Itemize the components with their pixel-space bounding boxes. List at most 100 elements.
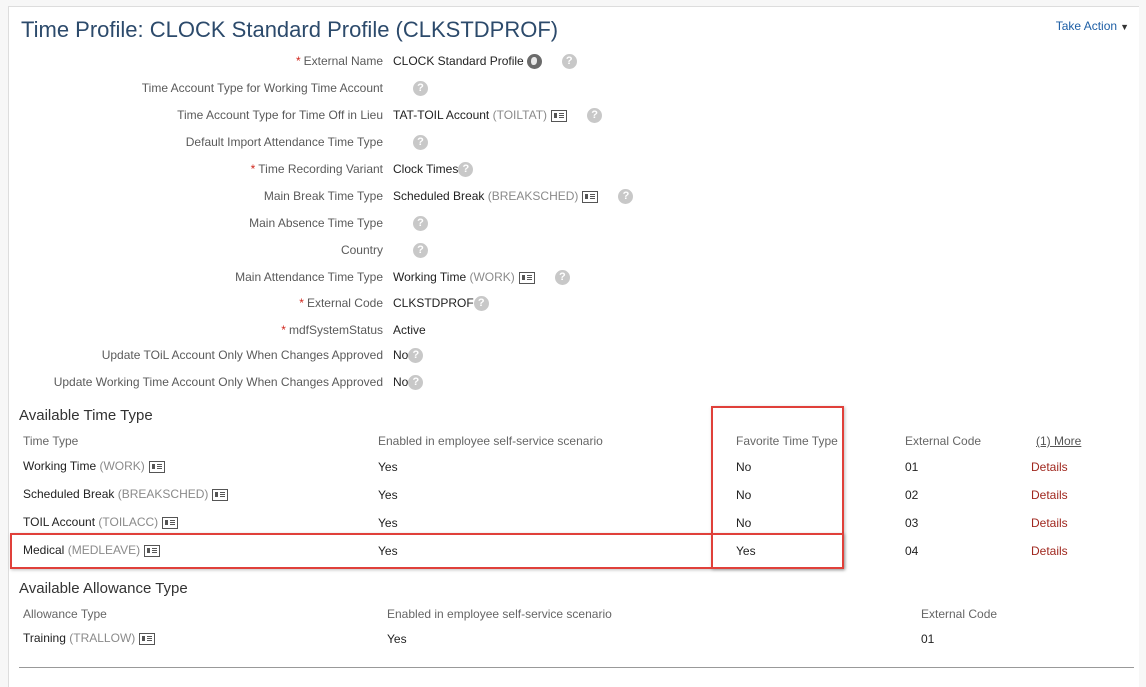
external-code-value: 03 bbox=[905, 516, 919, 530]
time-profile-card: Time Profile: CLOCK Standard Profile (CL… bbox=[8, 6, 1139, 687]
field-main-absence-time-type: Main Absence Time Type ? bbox=[9, 213, 1009, 233]
help-icon[interactable]: ? bbox=[554, 270, 570, 286]
details-link[interactable]: Details bbox=[1031, 516, 1068, 530]
field-value: CLOCK Standard Profile bbox=[393, 54, 524, 68]
col-header-external-code: External Code bbox=[905, 434, 982, 448]
help-icon[interactable]: ? bbox=[587, 108, 603, 124]
quickcard-icon[interactable] bbox=[162, 516, 179, 529]
field-value: No bbox=[393, 375, 409, 389]
help-icon[interactable]: ? bbox=[413, 243, 428, 259]
required-marker: * bbox=[295, 54, 301, 68]
field-label: Main Absence Time Type bbox=[249, 216, 383, 230]
time-type-code: (BREAKSCHED) bbox=[117, 487, 209, 501]
time-type-name: TOIL Account bbox=[23, 515, 96, 529]
field-external-code: * External Code CLKSTDPROF? bbox=[9, 293, 1009, 313]
field-value: TAT-TOIL Account bbox=[393, 108, 490, 122]
divider bbox=[19, 667, 1134, 668]
col-header-favorite: Favorite Time Type bbox=[736, 434, 838, 448]
ess-value: Yes bbox=[378, 516, 398, 530]
help-icon[interactable]: ? bbox=[473, 296, 489, 312]
field-label: Update TOiL Account Only When Changes Ap… bbox=[101, 348, 383, 362]
details-link[interactable]: Details bbox=[1031, 544, 1068, 558]
ess-value: Yes bbox=[387, 632, 407, 646]
required-marker: * bbox=[281, 323, 286, 337]
col-header-ess: Enabled in employee self-service scenari… bbox=[378, 434, 603, 448]
field-update-toil-approved: Update TOiL Account Only When Changes Ap… bbox=[9, 345, 1009, 365]
field-external-name: * External Name CLOCK Standard Profile? bbox=[9, 51, 1009, 71]
help-icon[interactable]: ? bbox=[413, 135, 428, 151]
field-label: Main Attendance Time Type bbox=[235, 270, 383, 284]
quickcard-icon[interactable] bbox=[212, 488, 229, 501]
favorite-value: No bbox=[736, 516, 752, 530]
field-label: Time Account Type for Time Off in Lieu bbox=[177, 108, 383, 122]
help-icon[interactable]: ? bbox=[561, 54, 577, 70]
field-default-import-attendance: Default Import Attendance Time Type ? bbox=[9, 132, 1009, 152]
field-working-time-account: Time Account Type for Working Time Accou… bbox=[9, 78, 1009, 98]
external-code-value: 04 bbox=[905, 544, 919, 558]
help-icon[interactable]: ? bbox=[458, 162, 474, 178]
external-code-value: 01 bbox=[921, 632, 935, 646]
field-code: (TOILTAT) bbox=[492, 108, 548, 122]
col-header-allowance-ess: Enabled in employee self-service scenari… bbox=[387, 607, 612, 621]
quickcard-icon[interactable] bbox=[582, 190, 599, 203]
field-value: Active bbox=[393, 323, 426, 337]
quickcard-icon[interactable] bbox=[148, 460, 165, 473]
field-value: No bbox=[393, 348, 409, 362]
quickcard-icon[interactable] bbox=[518, 271, 535, 284]
caret-down-icon: ▼ bbox=[1120, 22, 1129, 32]
field-value: Scheduled Break bbox=[393, 189, 485, 203]
field-toil-account-type: Time Account Type for Time Off in Lieu T… bbox=[9, 105, 1009, 125]
ess-value: Yes bbox=[378, 488, 398, 502]
field-code: (WORK) bbox=[469, 270, 515, 284]
allowance-type-name: Training bbox=[23, 631, 66, 645]
required-marker: * bbox=[250, 162, 256, 176]
field-label: Time Account Type for Working Time Accou… bbox=[141, 81, 383, 95]
time-type-name: Medical bbox=[23, 543, 65, 557]
quickcard-icon[interactable] bbox=[551, 109, 568, 122]
field-label: Country bbox=[340, 243, 383, 257]
more-columns-link[interactable]: (1) More bbox=[1036, 434, 1081, 448]
field-country: Country ? bbox=[9, 240, 1009, 260]
favorite-value: No bbox=[736, 488, 752, 502]
col-header-allowance-type: Allowance Type bbox=[23, 607, 107, 621]
take-action-label: Take Action bbox=[1055, 19, 1118, 33]
help-icon[interactable]: ? bbox=[413, 81, 428, 97]
section-title-time-type: Available Time Type bbox=[19, 407, 153, 424]
favorite-value: No bbox=[736, 460, 752, 474]
page-title: Time Profile: CLOCK Standard Profile (CL… bbox=[21, 17, 559, 42]
details-link[interactable]: Details bbox=[1031, 460, 1068, 474]
field-main-break-time-type: Main Break Time Type Scheduled Break (BR… bbox=[9, 186, 1009, 206]
col-header-allowance-external-code: External Code bbox=[921, 607, 998, 621]
field-label: mdfSystemStatus bbox=[288, 323, 383, 337]
field-main-attendance-time-type: Main Attendance Time Type Working Time (… bbox=[9, 267, 1009, 287]
details-link[interactable]: Details bbox=[1031, 488, 1068, 502]
ess-value: Yes bbox=[378, 544, 398, 558]
external-code-value: 02 bbox=[905, 488, 919, 502]
ess-value: Yes bbox=[378, 460, 398, 474]
external-code-value: 01 bbox=[905, 460, 919, 474]
help-icon[interactable]: ? bbox=[618, 189, 634, 205]
translations-globe-icon[interactable] bbox=[526, 54, 542, 70]
time-type-code: (MEDLEAVE) bbox=[67, 543, 141, 557]
help-icon[interactable]: ? bbox=[408, 375, 424, 391]
time-type-name: Working Time bbox=[23, 459, 97, 473]
field-update-working-time-approved: Update Working Time Account Only When Ch… bbox=[9, 372, 1009, 392]
favorite-value: Yes bbox=[736, 544, 756, 558]
field-label: External Name bbox=[303, 54, 383, 68]
field-label: Main Break Time Type bbox=[263, 189, 383, 203]
field-label: Update Working Time Account Only When Ch… bbox=[53, 375, 383, 389]
section-title-allowance-type: Available Allowance Type bbox=[19, 580, 188, 597]
required-marker: * bbox=[299, 296, 304, 310]
help-icon[interactable]: ? bbox=[408, 348, 424, 364]
field-value: CLKSTDPROF bbox=[393, 296, 474, 310]
field-label: External Code bbox=[306, 296, 383, 310]
field-code: (BREAKSCHED) bbox=[487, 189, 579, 203]
take-action-button[interactable]: Take Action ▼ bbox=[1056, 19, 1129, 33]
quickcard-icon[interactable] bbox=[139, 632, 156, 645]
field-value: Working Time bbox=[393, 270, 467, 284]
help-icon[interactable]: ? bbox=[413, 216, 428, 232]
field-value: Clock Times bbox=[393, 162, 459, 176]
quickcard-icon[interactable] bbox=[144, 544, 161, 557]
time-type-code: (WORK) bbox=[99, 459, 145, 473]
field-time-recording-variant: * Time Recording Variant Clock Times? bbox=[9, 159, 1009, 179]
